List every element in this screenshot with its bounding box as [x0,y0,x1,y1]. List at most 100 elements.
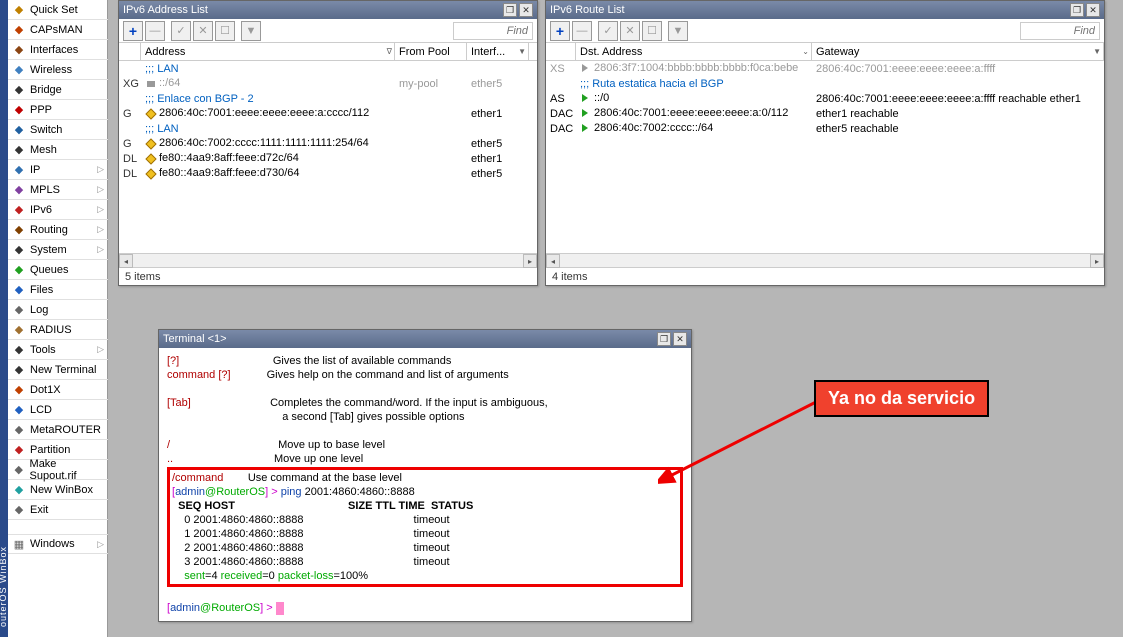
menu-label: Exit [30,504,48,516]
col-from-pool[interactable]: From Pool [395,43,467,60]
address-cell: 2806:40c:7002:cccc:1111:1111:1111:254/64 [141,137,395,149]
scroll-right[interactable]: ▸ [523,254,537,268]
h-scrollbar[interactable]: ◂ ▸ [119,253,537,267]
flag-cell: DAC [546,108,576,120]
menu-label: Wireless [30,64,72,76]
restore-button[interactable]: ❐ [1070,3,1084,17]
col-address[interactable]: ∇Address [141,43,395,60]
menu-item-files[interactable]: ◆Files [8,280,108,300]
filter-button[interactable]: ▼ [241,21,261,41]
enable-button[interactable]: ✓ [171,21,191,41]
table-row[interactable]: DAC2806:40c:7002:cccc::/64ether5 reachab… [546,121,1104,136]
grid-header: Dst. Address⌄ ▼Gateway [546,43,1104,61]
table-row[interactable]: XS2806:3f7:1004:bbbb:bbbb:bbbb:f0ca:bebe… [546,61,1104,76]
menu-item-windows[interactable]: ▦Windows▷ [8,534,108,554]
scroll-left[interactable]: ◂ [119,254,133,268]
menu-item-new-winbox[interactable]: ◆New WinBox [8,480,108,500]
col-gateway[interactable]: ▼Gateway [812,43,1104,60]
h-scrollbar[interactable]: ◂ ▸ [546,253,1104,267]
comment-button[interactable]: ☐ [215,21,235,41]
table-row[interactable]: ;;; LAN [119,61,537,76]
menu-item-ip[interactable]: ◆IP▷ [8,160,108,180]
col-dst[interactable]: Dst. Address⌄ [576,43,812,60]
menu-item-bridge[interactable]: ◆Bridge [8,80,108,100]
table-row[interactable]: DLfe80::4aa9:8aff:feee:d730/64ether5 [119,166,537,181]
find-input[interactable] [1020,22,1100,40]
gateway-cell: 2806:40c:7001:eeee:eeee:eeee:a:ffff reac… [812,93,1104,105]
grid-body[interactable]: XS2806:3f7:1004:bbbb:bbbb:bbbb:f0ca:bebe… [546,61,1104,253]
statusbar: 5 items [119,267,537,285]
menu-label: Queues [30,264,69,276]
menu-label: New WinBox [30,484,93,496]
table-row[interactable]: AS::/02806:40c:7001:eeee:eeee:eeee:a:fff… [546,91,1104,106]
menu-item-interfaces[interactable]: ◆Interfaces [8,40,108,60]
add-button[interactable]: + [550,21,570,41]
remove-button[interactable]: — [145,21,165,41]
restore-button[interactable]: ❐ [503,3,517,17]
comment-button[interactable]: ☐ [642,21,662,41]
wand-icon: ◆ [12,3,26,17]
table-row[interactable]: DLfe80::4aa9:8aff:feee:d72c/64ether1 [119,151,537,166]
menu-item-wireless[interactable]: ◆Wireless [8,60,108,80]
menu-item-mesh[interactable]: ◆Mesh [8,140,108,160]
menu-item-tools[interactable]: ◆Tools▷ [8,340,108,360]
annotation-label: Ya no da servicio [814,380,989,417]
filter-button[interactable]: ▼ [668,21,688,41]
menu-item-dot1x[interactable]: ◆Dot1X [8,380,108,400]
flag-cell: DL [119,168,141,180]
table-row[interactable]: XG::/64my-poolether5 [119,76,537,91]
titlebar[interactable]: IPv6 Address List ❐ ✕ [119,1,537,19]
ip-icon: ◆ [12,163,26,177]
menu-label: Files [30,284,53,296]
table-row[interactable]: DAC2806:40c:7001:eeee:eeee:eeee:a:0/112e… [546,106,1104,121]
app-title-strip: outerOS WinBox [0,0,8,637]
menu-item-ipv6[interactable]: ◆IPv6▷ [8,200,108,220]
table-row[interactable]: G2806:40c:7002:cccc:1111:1111:1111:254/6… [119,136,537,151]
submenu-indicator-icon: ▷ [97,164,104,175]
menu-item-system[interactable]: ◆System▷ [8,240,108,260]
scroll-right[interactable]: ▸ [1090,254,1104,268]
menu-item-new-terminal[interactable]: ◆New Terminal [8,360,108,380]
table-row[interactable]: G2806:40c:7001:eeee:eeee:eeee:a:cccc/112… [119,106,537,121]
menu-item-radius[interactable]: ◆RADIUS [8,320,108,340]
menu-item-metarouter[interactable]: ◆MetaROUTER [8,420,108,440]
grid-body[interactable]: ;;; LANXG::/64my-poolether5;;; Enlace co… [119,61,537,253]
close-button[interactable]: ✕ [1086,3,1100,17]
supout-icon: ◆ [12,463,26,477]
table-row[interactable]: ;;; LAN [119,121,537,136]
col-interface[interactable]: ▼Interf... [467,43,529,60]
menu-item-capsman[interactable]: ◆CAPsMAN [8,20,108,40]
menu-item-exit[interactable]: ◆Exit [8,500,108,520]
toolbar: + — ✓ ✕ ☐ ▼ [546,19,1104,43]
menu-item-lcd[interactable]: ◆LCD [8,400,108,420]
menu-item-ppp[interactable]: ◆PPP [8,100,108,120]
close-button[interactable]: ✕ [519,3,533,17]
menu-item-log[interactable]: ◆Log [8,300,108,320]
terminal-body[interactable]: [?] Gives the list of available commands… [159,348,691,621]
menu-item-mpls[interactable]: ◆MPLS▷ [8,180,108,200]
disable-button[interactable]: ✕ [193,21,213,41]
table-row[interactable]: ;;; Enlace con BGP - 2 [119,91,537,106]
titlebar[interactable]: Terminal <1> ❐ ✕ [159,330,691,348]
menu-item-routing[interactable]: ◆Routing▷ [8,220,108,240]
table-row[interactable]: ;;; Ruta estatica hacia el BGP [546,76,1104,91]
menu-item-make-supout-rif[interactable]: ◆Make Supout.rif [8,460,108,480]
add-button[interactable]: + [123,21,143,41]
system-icon: ◆ [12,243,26,257]
menu-item-switch[interactable]: ◆Switch [8,120,108,140]
route-icon [580,93,592,105]
terminal-cursor [276,602,284,615]
enable-button[interactable]: ✓ [598,21,618,41]
find-input[interactable] [453,22,533,40]
route-icon [580,63,592,75]
disable-button[interactable]: ✕ [620,21,640,41]
titlebar[interactable]: IPv6 Route List ❐ ✕ [546,1,1104,19]
window-title: IPv6 Address List [123,4,501,16]
close-button[interactable]: ✕ [673,332,687,346]
menu-item-queues[interactable]: ◆Queues [8,260,108,280]
remove-button[interactable]: — [572,21,592,41]
scroll-left[interactable]: ◂ [546,254,560,268]
restore-button[interactable]: ❐ [657,332,671,346]
menu-item-quick-set[interactable]: ◆Quick Set [8,0,108,20]
menu-label: Tools [30,344,56,356]
